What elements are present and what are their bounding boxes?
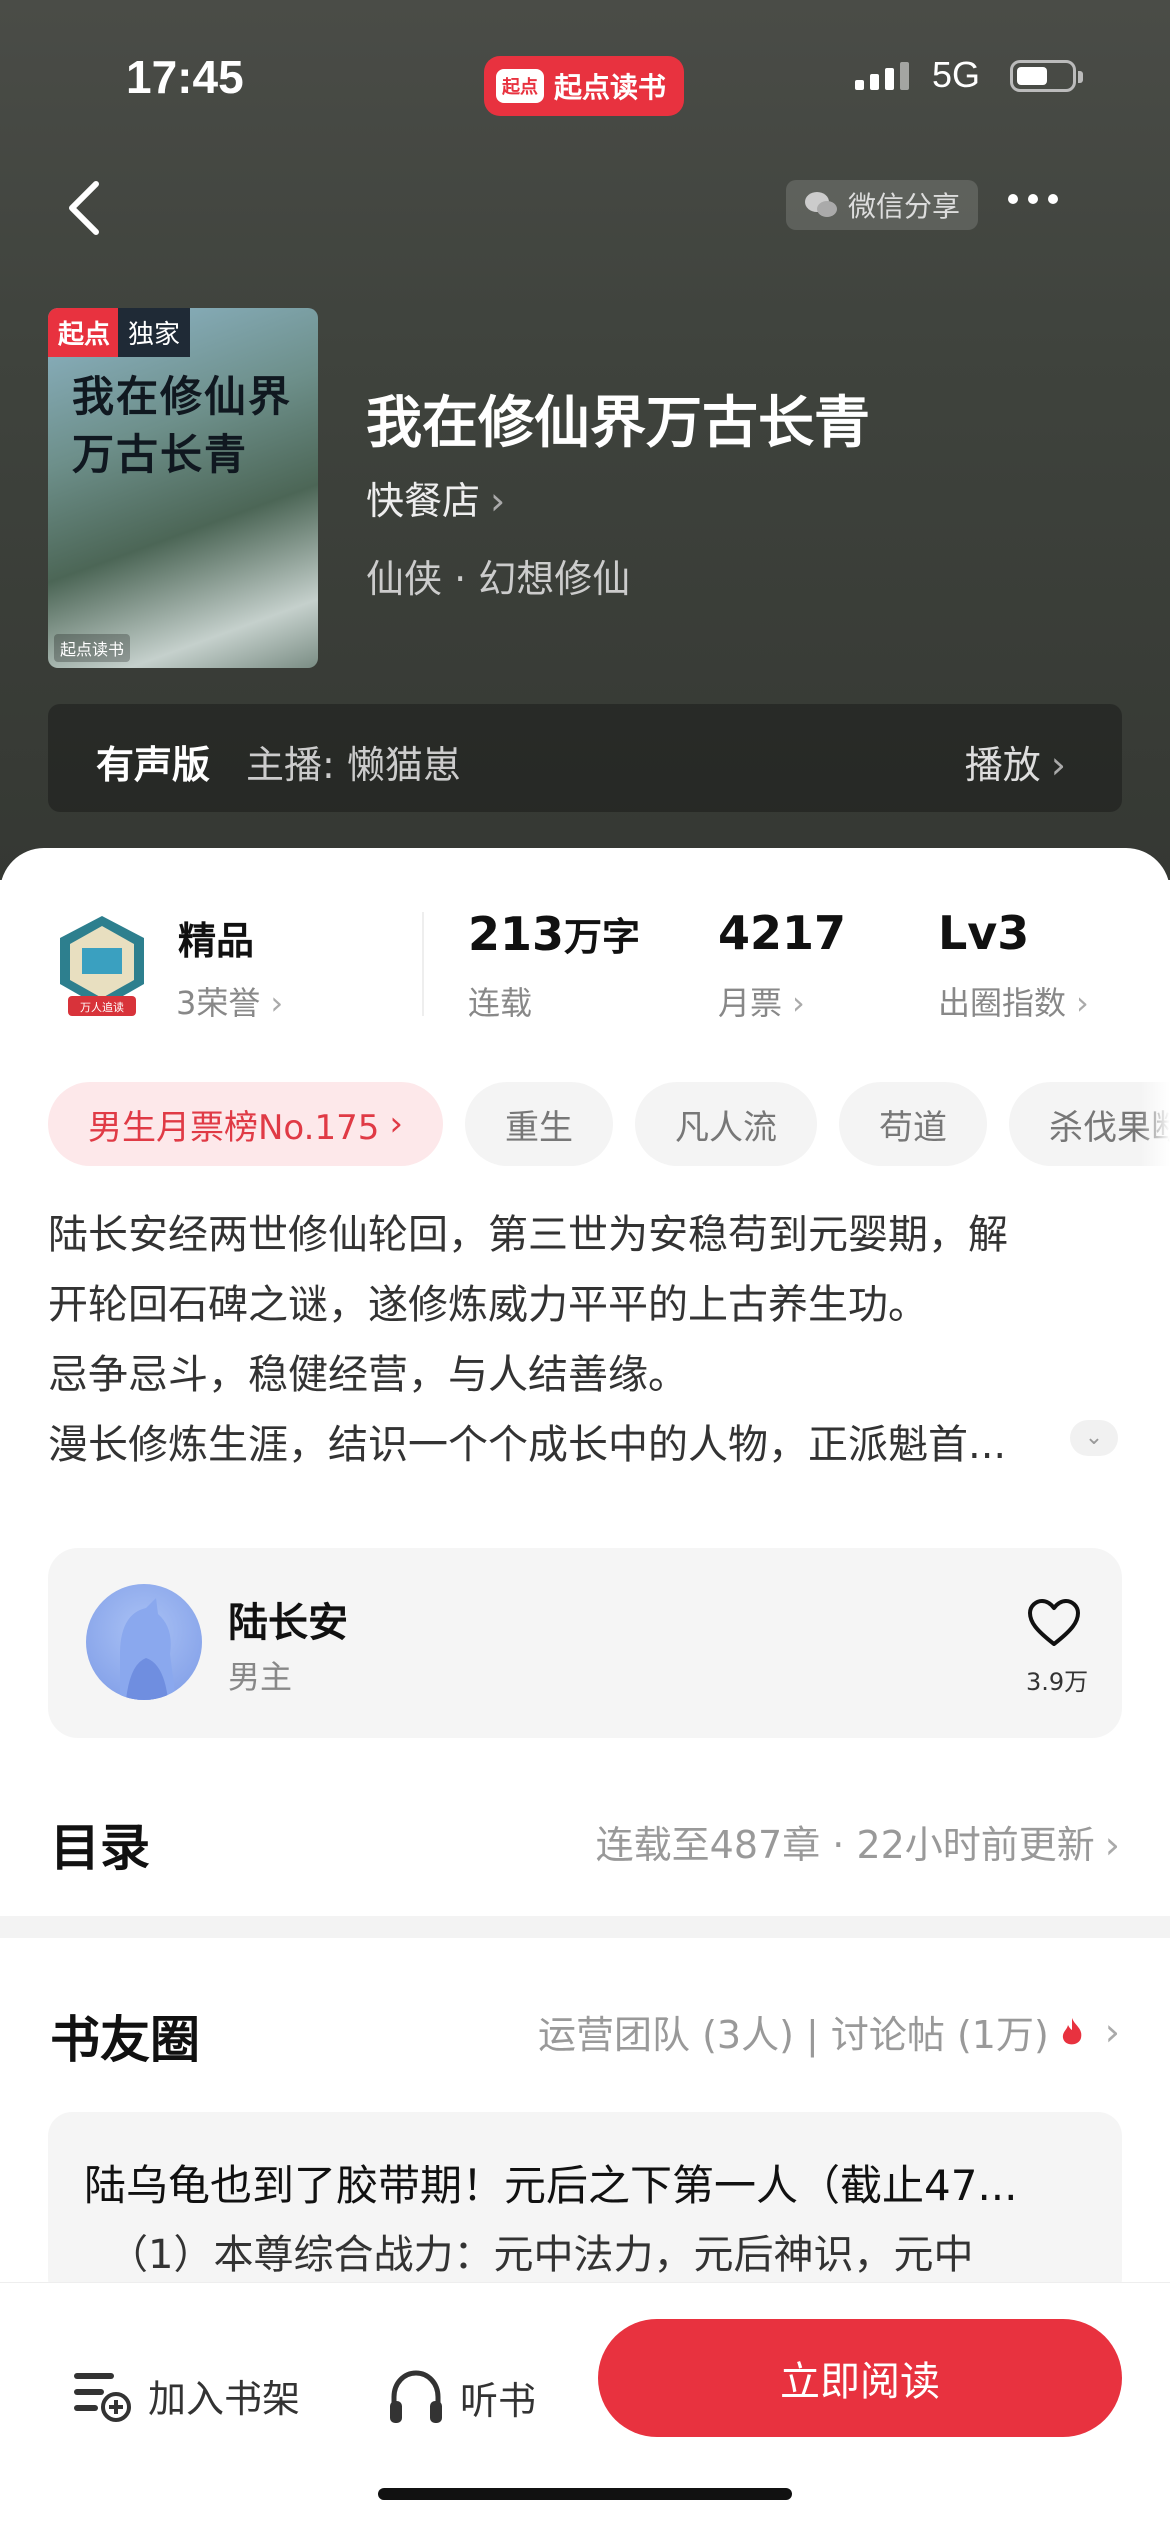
expand-chevron-icon[interactable]: ⌄ — [1070, 1420, 1118, 1456]
book-cover[interactable]: 我在修仙界 万古长青 起点 独家 起点读书 — [48, 308, 318, 668]
tag-chip[interactable]: 重生 — [464, 1082, 613, 1166]
status-time: 17:45 — [126, 51, 244, 103]
read-now-button[interactable]: 立即阅读 — [598, 2319, 1122, 2437]
cover-brand: 起点读书 — [54, 634, 131, 662]
post-body: （1）本尊综合战力：元中法力，元后神识，元中 — [108, 2232, 974, 2278]
listen-button[interactable]: 听书 — [386, 2367, 536, 2427]
serial-status: 连载 — [468, 984, 533, 1022]
home-indicator — [378, 2488, 792, 2500]
word-count: 213万字 — [468, 907, 641, 961]
stats-divider — [422, 912, 424, 1016]
post-title: 陆乌龟也到了胶带期！元后之下第一人（截止47... — [84, 2161, 1018, 2210]
add-shelf-icon — [74, 2373, 131, 2422]
audiobook-play[interactable]: 播放 › — [965, 734, 1066, 789]
chevron-right-icon: › — [1050, 743, 1066, 787]
club-post[interactable]: 陆乌龟也到了胶带期！元后之下第一人（截止47... （1）本尊综合战力：元中法力… — [48, 2112, 1122, 2302]
toc-title: 目录 — [50, 1819, 150, 1877]
status-bar: 17:45 起点 起点读书 5G — [0, 48, 1170, 116]
club-meta-link[interactable]: 运营团队 (3人) | 讨论帖 (1万) › — [538, 2004, 1120, 2059]
qidian-logo-icon: 起点 — [496, 69, 544, 103]
monthly-tickets: 4217 — [718, 906, 847, 960]
heart-icon[interactable] — [1026, 1598, 1082, 1648]
back-chevron-icon[interactable] — [62, 178, 106, 238]
character-role: 男主 — [228, 1658, 293, 1696]
honor-count[interactable]: 3荣誉 › — [176, 978, 283, 1024]
wechat-share-button[interactable]: 微信分享 — [786, 180, 979, 230]
audiobook-bar[interactable]: 有声版 主播: 懒猫崽 播放 › — [48, 704, 1122, 812]
toc-status-link[interactable]: 连载至487章 · 22小时前更新 › — [596, 1814, 1120, 1869]
battery-icon — [1010, 60, 1083, 92]
character-avatar — [86, 1584, 202, 1700]
cover-tag-qidian: 起点 — [48, 308, 121, 357]
character-name: 陆长安 — [228, 1600, 348, 1646]
more-dots-icon[interactable] — [1008, 194, 1058, 204]
audiobook-label: 有声版 — [96, 743, 211, 787]
share-label: 微信分享 — [848, 190, 961, 223]
honor-badge-icon[interactable]: 万人追读 — [52, 912, 152, 1020]
influence-index-link[interactable]: 出圈指数 › — [938, 978, 1089, 1024]
book-description[interactable]: 陆长安经两世修仙轮回，第三世为安稳苟到元婴期，解 开轮回石碑之谜，遂修炼威力平平… — [48, 1200, 1128, 1480]
tag-row: 男生月票榜No.175› 重生 凡人流 苟道 杀伐果断 — [48, 1082, 1170, 1166]
cover-title: 我在修仙界 万古长青 — [72, 372, 293, 479]
character-likes: 3.9万 — [1026, 1668, 1089, 1696]
network-type: 5G — [932, 54, 981, 95]
headphones-icon — [390, 2370, 442, 2423]
add-to-shelf-button[interactable]: 加入书架 — [70, 2367, 300, 2423]
fire-icon — [1062, 2017, 1082, 2044]
app-return-badge[interactable]: 起点 起点读书 — [484, 56, 685, 116]
svg-text:万人追读: 万人追读 — [80, 1000, 124, 1014]
club-title: 书友圈 — [50, 2011, 200, 2069]
wechat-icon — [805, 192, 837, 217]
character-card[interactable]: 陆长安 男主 3.9万 — [48, 1548, 1122, 1738]
book-genre: 仙侠 · 幻想修仙 — [366, 557, 631, 601]
book-title: 我在修仙界万古长青 — [366, 391, 870, 456]
tag-chip[interactable]: 苟道 — [838, 1082, 987, 1166]
tag-chip[interactable]: 凡人流 — [634, 1082, 817, 1166]
author-link[interactable]: 快餐店 › — [366, 470, 505, 525]
rank-tag[interactable]: 男生月票榜No.175 › — [48, 1082, 443, 1166]
signal-icon — [855, 62, 909, 90]
app-badge-label: 起点读书 — [554, 71, 667, 104]
section-divider — [0, 1916, 1170, 1938]
audiobook-host: 主播: 懒猫崽 — [246, 743, 461, 787]
cover-tag-exclusive: 独家 — [118, 308, 191, 357]
monthly-tickets-link[interactable]: 月票 › — [718, 978, 805, 1024]
tag-row-fade — [1140, 1070, 1170, 1180]
honor-title: 精品 — [178, 919, 255, 963]
influence-level: Lv3 — [938, 906, 1030, 960]
chevron-right-icon: › — [490, 479, 506, 523]
